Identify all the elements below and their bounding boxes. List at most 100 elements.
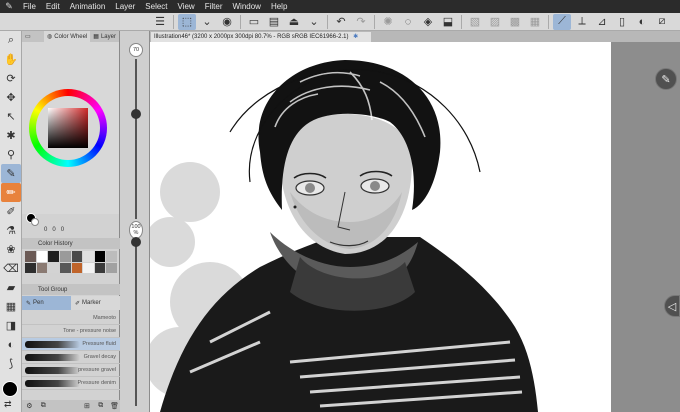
selection-icon[interactable]: ⬚ <box>178 13 196 30</box>
brush-item[interactable]: Pressure denim <box>22 377 120 390</box>
pencil-icon[interactable]: ✏ <box>1 183 21 202</box>
redo-icon[interactable]: ↷ <box>352 14 370 30</box>
brush-item[interactable]: Mameoto <box>22 312 120 325</box>
select-icon[interactable]: ↖ <box>1 107 21 126</box>
hand-icon[interactable]: ✋ <box>1 50 21 69</box>
eraser-icon[interactable]: ⌫ <box>1 259 21 278</box>
color-history-swatch[interactable] <box>25 251 36 262</box>
app-logo-icon[interactable]: ✎ <box>0 0 18 13</box>
balloon-icon[interactable]: ⟆ <box>1 354 21 373</box>
chevron-down-icon[interactable]: ⌄ <box>198 14 216 30</box>
color-history-swatch[interactable] <box>71 262 83 273</box>
rotate-icon[interactable]: ⟳ <box>1 69 21 88</box>
menu-filter[interactable]: Filter <box>200 0 228 13</box>
opacity-track[interactable] <box>135 241 137 406</box>
color-history-swatch[interactable] <box>83 262 94 273</box>
new-icon[interactable]: ▭ <box>245 14 263 30</box>
copy-icon[interactable]: ⧉ <box>38 402 49 410</box>
duplicate-icon[interactable]: ⧉ <box>95 402 106 410</box>
panel-menu-icon[interactable]: ▭ <box>22 31 44 42</box>
transform-icon[interactable]: ⬓ <box>439 14 457 30</box>
invert-icon[interactable]: ▨ <box>486 14 504 30</box>
chevron-down-icon[interactable]: ⌄ <box>305 14 323 30</box>
color-history-swatch[interactable] <box>48 262 59 273</box>
color-history-swatch[interactable] <box>106 262 117 273</box>
save-icon[interactable]: ⏏ <box>285 14 303 30</box>
undo-icon[interactable]: ↶ <box>332 14 350 30</box>
eyedropper-icon[interactable]: ⚲ <box>1 145 21 164</box>
decoration-icon[interactable]: ❀ <box>1 240 21 259</box>
brush-size-value[interactable]: 70 <box>129 43 143 57</box>
subtool-marker[interactable]: ✐ Marker <box>71 296 120 310</box>
brush-item[interactable]: Gravel decay <box>22 351 120 364</box>
brush-list: Mameoto Tone - pressure noise Pressure f… <box>22 312 120 402</box>
brush-size-track[interactable] <box>135 59 137 219</box>
opacity-knob[interactable] <box>131 237 141 247</box>
fill-bucket-icon[interactable]: ▰ <box>1 278 21 297</box>
add-icon[interactable]: ⊞ <box>82 402 93 410</box>
collapse-panel-icon[interactable]: ◁ <box>664 295 680 317</box>
color-history-swatch[interactable] <box>83 251 94 262</box>
color-history-swatch[interactable] <box>94 262 106 273</box>
pen-icon[interactable]: ✎ <box>1 164 21 183</box>
color-history-swatch[interactable] <box>36 251 48 262</box>
canvas-area[interactable]: ✎ ◁ <box>150 42 680 412</box>
canvas-paper[interactable] <box>150 42 611 412</box>
color-history-swatch[interactable] <box>36 262 48 273</box>
animation-icon[interactable]: ◉ <box>218 14 236 30</box>
brush-item[interactable]: Pressure fluid <box>22 338 120 351</box>
quick-access-icon[interactable]: ⧄ <box>653 14 671 30</box>
divider <box>240 14 241 29</box>
color-history-swatch[interactable] <box>48 251 59 262</box>
main-color-swatch[interactable] <box>2 381 18 397</box>
selection-layer-icon[interactable]: ▩ <box>506 14 524 30</box>
menu-file[interactable]: File <box>18 0 41 13</box>
brush-item[interactable]: Tone - pressure noise <box>22 325 120 338</box>
close-icon[interactable]: ✱ <box>353 34 358 40</box>
subtool-pen[interactable]: ✎ Pen <box>22 296 71 310</box>
clear-icon[interactable]: ◌ <box>399 14 417 30</box>
saturation-value-square[interactable] <box>48 108 88 148</box>
deselect-icon[interactable]: ▦ <box>526 14 544 30</box>
document-icon[interactable]: ▯ <box>613 14 631 30</box>
document-tab[interactable]: Illustration46* (3200 x 2000px 300dpi 80… <box>151 32 371 42</box>
shape-icon[interactable]: ◨ <box>1 316 21 335</box>
ruler-snap-icon[interactable]: ⟋ <box>553 13 571 30</box>
text-icon[interactable]: ◐ <box>1 335 21 354</box>
gradient-icon[interactable]: ▦ <box>1 297 21 316</box>
delete-icon[interactable]: 🗑 <box>109 402 120 410</box>
loading-icon[interactable]: ✺ <box>379 14 397 30</box>
color-history-swatch[interactable] <box>94 251 106 262</box>
menu-icon[interactable]: ☰ <box>151 14 169 30</box>
settings-icon[interactable]: ⚙ <box>24 402 35 410</box>
menu-animation[interactable]: Animation <box>65 0 111 13</box>
brush-icon[interactable]: ✐ <box>1 202 21 221</box>
color-history-swatch[interactable] <box>71 251 83 262</box>
tab-layer[interactable]: ▦ Layer <box>90 31 119 42</box>
zoom-icon[interactable]: ⌕ <box>1 31 21 50</box>
special-ruler-snap-icon[interactable]: ⟂ <box>573 14 591 30</box>
menu-help[interactable]: Help <box>266 0 292 13</box>
menu-window[interactable]: Window <box>228 0 266 13</box>
color-history-swatch[interactable] <box>59 262 71 273</box>
brush-item[interactable]: pressure gravel <box>22 364 120 377</box>
wand-icon[interactable]: ✱ <box>1 126 21 145</box>
brush-size-knob[interactable] <box>131 109 141 119</box>
move-icon[interactable]: ✥ <box>1 88 21 107</box>
menu-view[interactable]: View <box>173 0 200 13</box>
tab-color-wheel[interactable]: ◍ Color Wheel <box>44 31 91 42</box>
swap-colors-icon[interactable]: ⇄ <box>4 399 16 409</box>
menu-edit[interactable]: Edit <box>41 0 65 13</box>
open-icon[interactable]: ▤ <box>265 14 283 30</box>
color-history-swatch[interactable] <box>106 251 117 262</box>
edit-pen-icon[interactable]: ✎ <box>655 68 677 90</box>
color-history-swatch[interactable] <box>25 262 36 273</box>
airbrush-icon[interactable]: ⚗ <box>1 221 21 240</box>
crop-icon[interactable]: ▧ <box>466 14 484 30</box>
brightness-icon[interactable]: ◐ <box>633 14 651 30</box>
color-history-swatch[interactable] <box>59 251 71 262</box>
menu-layer[interactable]: Layer <box>110 0 140 13</box>
grid-snap-icon[interactable]: ⊿ <box>593 14 611 30</box>
menu-select[interactable]: Select <box>140 0 172 13</box>
fill-icon[interactable]: ◈ <box>419 14 437 30</box>
